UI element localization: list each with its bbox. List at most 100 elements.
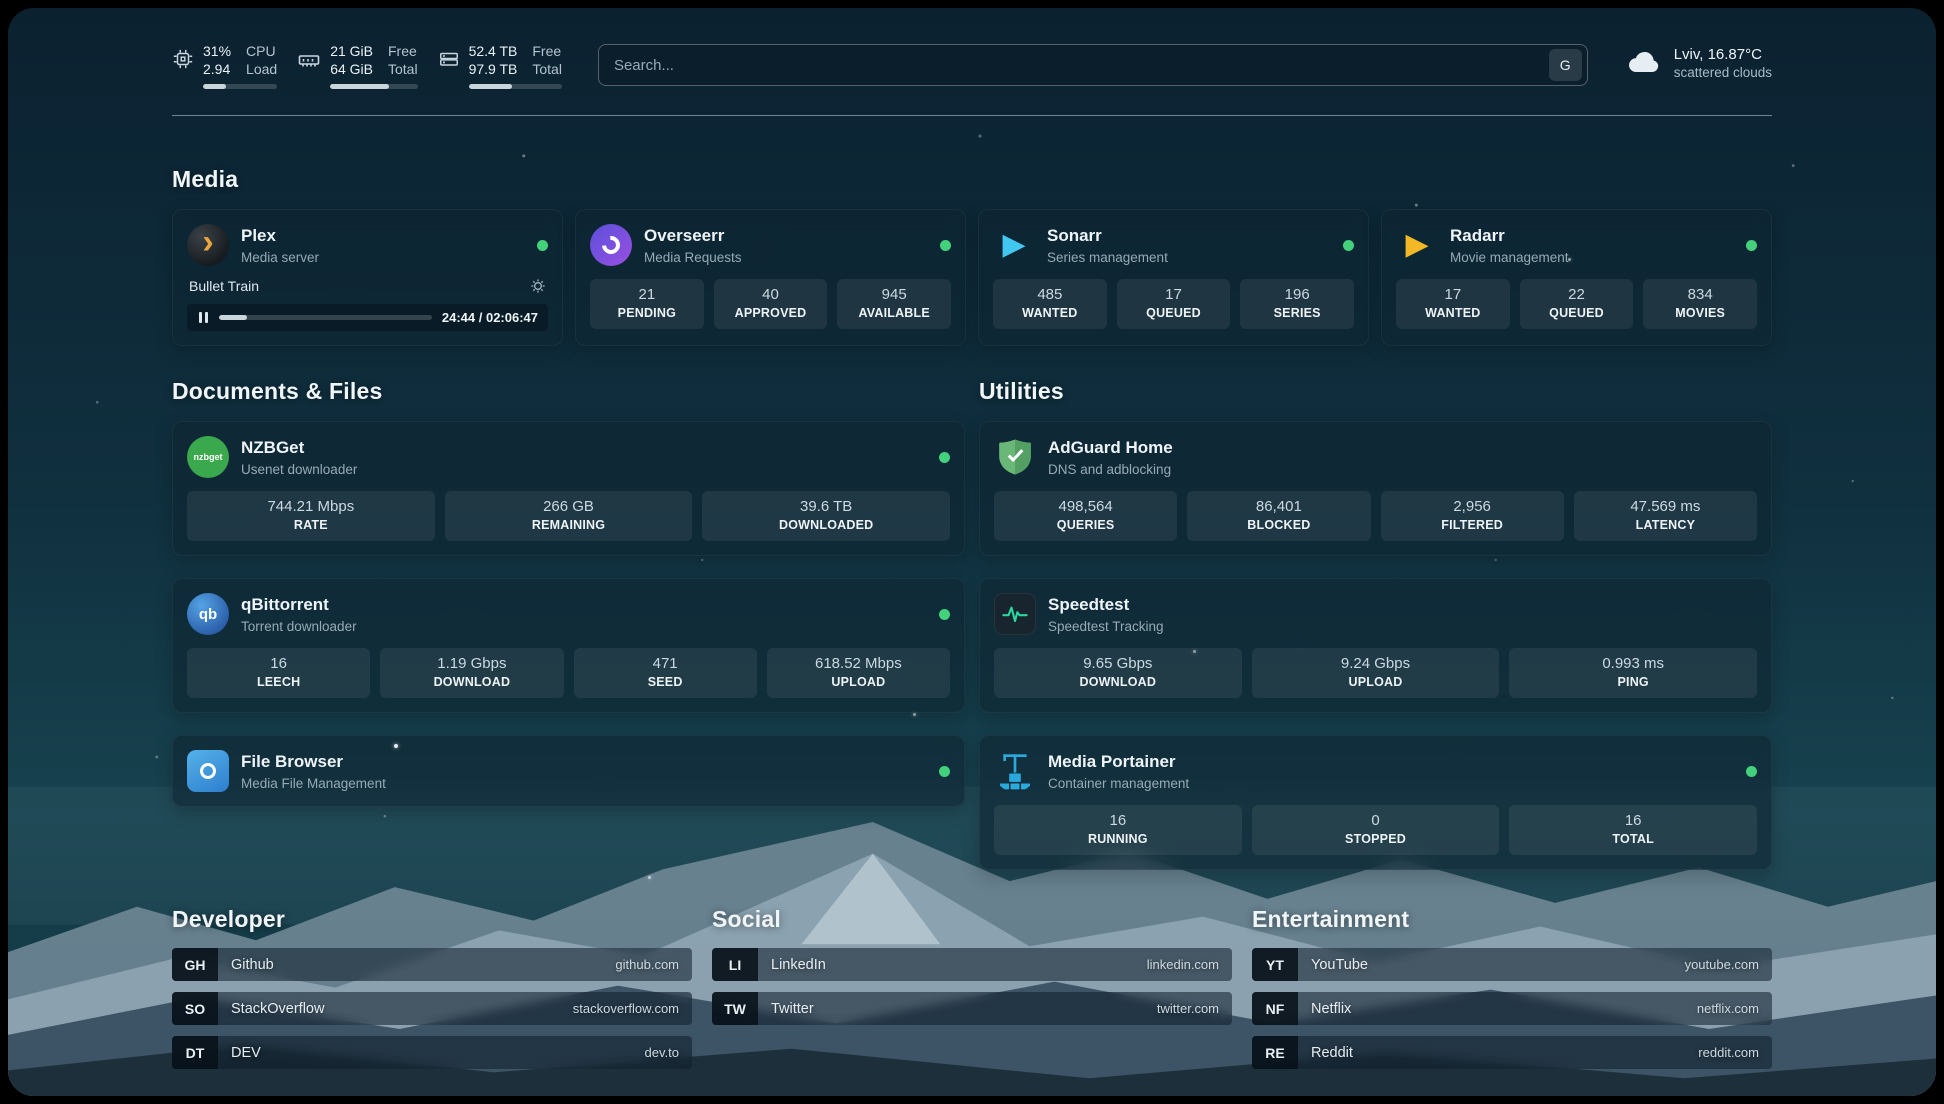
app-name: Media Portainer [1048,752,1189,772]
stat-value: 744.21 Mbps [191,498,431,515]
cpu-stat: 31% 2.94 CPU Load [172,42,277,89]
stat-value: 0 [1256,812,1496,829]
qbittorrent-icon[interactable]: qb [187,593,229,635]
search-bar[interactable]: G [598,44,1588,86]
stat-value: 834 [1647,286,1753,303]
disk-free-label: Free [532,42,562,60]
bookmark-dev[interactable]: DT DEV dev.to [172,1036,692,1069]
snow-speck [648,876,651,879]
disk-usage-bar-fill [469,84,512,89]
adguard-shield-icon[interactable] [994,436,1036,478]
documents-column: Documents & Files nzbget NZBGet Usenet d… [172,378,965,807]
stat-label: BLOCKED [1191,518,1366,532]
stat-box: 834 MOVIES [1643,279,1757,329]
app-desc: Speedtest Tracking [1048,619,1164,634]
nzbget-icon[interactable]: nzbget [187,436,229,478]
stat-value: 39.6 TB [706,498,946,515]
card-header: nzbget NZBGet Usenet downloader [187,436,950,478]
bookmark-twitter[interactable]: TW Twitter twitter.com [712,992,1232,1025]
stat-label: UPLOAD [771,675,946,689]
cpu-usage-bar-fill [203,84,226,89]
search-input[interactable] [604,57,1549,74]
status-dot [940,240,951,251]
app-card-speedtest: Speedtest Speedtest Tracking 9.65 Gbps D… [979,578,1772,713]
stat-box: 0 STOPPED [1252,805,1500,855]
search-engine-button[interactable]: G [1549,49,1582,81]
stat-value: 16 [191,655,366,672]
stat-box: 945 AVAILABLE [837,279,951,329]
now-playing-row: Bullet Train [187,278,548,294]
hard-drive-icon [438,48,460,89]
stat-label: APPROVED [718,306,824,320]
stat-value: 1.19 Gbps [384,655,559,672]
section-title-documents: Documents & Files [172,378,965,405]
app-name: Sonarr [1047,226,1168,246]
stat-box: 618.52 Mbps UPLOAD [767,648,950,698]
bookmark-list: GH Github github.com SO StackOverflow st… [172,948,692,1069]
ram-stat-body: 21 GiB 64 GiB Free Total [330,42,417,89]
radarr-icon[interactable]: ▶ [1396,224,1438,266]
stat-box: 498,564 QUERIES [994,491,1177,541]
gear-icon[interactable] [530,278,546,294]
bookmark-youtube[interactable]: YT YouTube youtube.com [1252,948,1772,981]
stat-box: 9.24 Gbps UPLOAD [1252,648,1500,698]
cpu-stat-body: 31% 2.94 CPU Load [203,42,277,89]
card-header: Speedtest Speedtest Tracking [994,593,1757,635]
cloud-icon [1624,44,1664,81]
dashboard-screen: 31% 2.94 CPU Load [8,8,1936,1096]
stat-box: 40 APPROVED [714,279,828,329]
bookmark-stackoverflow[interactable]: SO StackOverflow stackoverflow.com [172,992,692,1025]
bookmark-name: Twitter [771,1001,814,1017]
stat-box: 16 RUNNING [994,805,1242,855]
app-meta: File Browser Media File Management [241,752,386,790]
card-header: qb qBittorrent Torrent downloader [187,593,950,635]
section-title-media: Media [172,166,1772,193]
app-name: Plex [241,226,319,246]
stat-label: PENDING [594,306,700,320]
bookmark-abbr: SO [172,992,218,1025]
plex-icon[interactable]: › [187,224,229,266]
app-card-qbittorrent: qb qBittorrent Torrent downloader 16 [172,578,965,713]
app-name: Speedtest [1048,595,1164,615]
app-desc: Usenet downloader [241,462,357,477]
stat-label: DOWNLOAD [384,675,559,689]
bookmark-url: netflix.com [1697,1001,1759,1016]
stats-row: 16 LEECH 1.19 Gbps DOWNLOAD 471 SEED [187,648,950,698]
stat-label: WANTED [997,306,1103,320]
app-meta: NZBGet Usenet downloader [241,438,357,476]
stat-value: 21 [594,286,700,303]
overseerr-icon[interactable] [590,224,632,266]
playback-progress-track[interactable] [219,315,432,320]
stat-label: QUEUED [1121,306,1227,320]
app-meta: Radarr Movie management [1450,226,1569,264]
status-dot [1746,766,1757,777]
bookmark-reddit[interactable]: RE Reddit reddit.com [1252,1036,1772,1069]
app-card-adguard: AdGuard Home DNS and adblocking 498,564 … [979,421,1772,556]
qbittorrent-icon-label: qb [199,606,217,623]
playback-progress-fill [219,315,247,320]
app-card-plex: › Plex Media server Bullet Train [172,209,563,346]
stat-value: 16 [1513,812,1753,829]
speedtest-icon[interactable] [994,593,1036,635]
sonarr-icon[interactable]: ▶ [993,224,1035,266]
card-header: › Plex Media server [187,224,548,266]
bookmark-github[interactable]: GH Github github.com [172,948,692,981]
pause-icon[interactable] [197,312,209,323]
bookmark-linkedin[interactable]: LI LinkedIn linkedin.com [712,948,1232,981]
app-meta: Overseerr Media Requests [644,226,742,264]
portainer-crane-icon[interactable] [994,750,1036,792]
ram-usage-bar [330,84,417,89]
stat-label: LATENCY [1578,518,1753,532]
app-meta: Speedtest Speedtest Tracking [1048,595,1164,633]
stat-label: FILTERED [1385,518,1560,532]
stat-box: 22 QUEUED [1520,279,1634,329]
app-desc: Media File Management [241,776,386,791]
snow-speck [913,713,916,716]
filebrowser-icon[interactable] [187,750,229,792]
bookmark-netflix[interactable]: NF Netflix netflix.com [1252,992,1772,1025]
stat-label: TOTAL [1513,832,1753,846]
ram-stat: 21 GiB 64 GiB Free Total [297,42,417,89]
disk-stat: 52.4 TB 97.9 TB Free Total [438,42,562,89]
ram-total-label: Total [388,60,418,78]
status-dot [939,766,950,777]
